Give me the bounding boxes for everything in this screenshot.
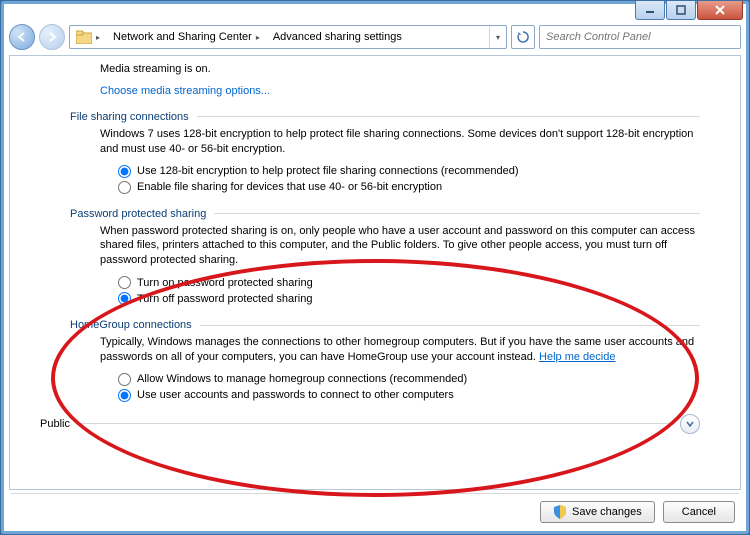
- radio-windows-manage[interactable]: [118, 373, 131, 386]
- search-input[interactable]: [540, 31, 740, 43]
- forward-arrow-icon: [46, 31, 58, 43]
- address-history-dropdown[interactable]: ▾: [489, 26, 506, 48]
- option-windows-manage-homegroup[interactable]: Allow Windows to manage homegroup connec…: [118, 373, 700, 386]
- media-streaming-status: Media streaming is on.: [100, 62, 700, 77]
- back-arrow-icon: [16, 31, 28, 43]
- option-password-off[interactable]: Turn off password protected sharing: [118, 292, 700, 305]
- option-label: Allow Windows to manage homegroup connec…: [137, 373, 467, 385]
- save-changes-button[interactable]: Save changes: [540, 501, 655, 523]
- shield-icon: [553, 505, 567, 519]
- option-user-accounts-homegroup[interactable]: Use user accounts and passwords to conne…: [118, 389, 700, 402]
- homegroup-icon: [76, 30, 92, 44]
- back-button[interactable]: [9, 24, 35, 50]
- minimize-icon: [645, 5, 655, 15]
- option-password-on[interactable]: Turn on password protected sharing: [118, 276, 700, 289]
- option-label: Use user accounts and passwords to conne…: [137, 389, 454, 401]
- search-box[interactable]: [539, 25, 741, 49]
- nav-bar: ▸ Network and Sharing Center ▸ Advanced …: [9, 23, 741, 51]
- file-sharing-description: Windows 7 uses 128-bit encryption to hel…: [100, 127, 700, 157]
- footer-divider: [11, 493, 739, 494]
- breadcrumb-segment-advanced-sharing[interactable]: Advanced sharing settings: [266, 26, 489, 48]
- profile-public-row: Public: [40, 414, 700, 434]
- forward-button[interactable]: [39, 24, 65, 50]
- help-me-decide-link[interactable]: Help me decide: [539, 351, 615, 363]
- refresh-button[interactable]: [511, 25, 535, 49]
- radio-password-off[interactable]: [118, 292, 131, 305]
- option-label: Turn on password protected sharing: [137, 277, 313, 289]
- media-streaming-options-link[interactable]: Choose media streaming options...: [100, 85, 270, 97]
- content-frame: Media streaming is on. Choose media stre…: [9, 55, 741, 490]
- control-panel-window: ▸ Network and Sharing Center ▸ Advanced …: [0, 0, 750, 535]
- close-button[interactable]: [697, 1, 743, 20]
- option-40-56bit-encryption[interactable]: Enable file sharing for devices that use…: [118, 181, 700, 194]
- chevron-down-icon: ▾: [496, 33, 500, 42]
- section-title-text: File sharing connections: [70, 111, 189, 123]
- chevron-right-icon: ▸: [96, 33, 100, 42]
- breadcrumb-label: Network and Sharing Center: [113, 31, 252, 43]
- password-sharing-description: When password protected sharing is on, o…: [100, 224, 700, 269]
- content-scroll[interactable]: Media streaming is on. Choose media stre…: [10, 56, 740, 489]
- expand-public-button[interactable]: [680, 414, 700, 434]
- minimize-button[interactable]: [635, 1, 665, 20]
- address-bar[interactable]: ▸ Network and Sharing Center ▸ Advanced …: [69, 25, 507, 49]
- chevron-down-icon: [685, 419, 695, 429]
- section-header-homegroup: HomeGroup connections: [70, 319, 700, 331]
- public-label: Public: [40, 418, 70, 430]
- divider: [78, 423, 672, 424]
- radio-128bit[interactable]: [118, 165, 131, 178]
- breadcrumb-label: Advanced sharing settings: [273, 31, 402, 43]
- cancel-button-label: Cancel: [682, 506, 716, 518]
- chevron-right-icon: ▸: [256, 33, 260, 42]
- option-label: Use 128-bit encryption to help protect f…: [137, 165, 519, 177]
- section-title-text: HomeGroup connections: [70, 319, 192, 331]
- window-caption-buttons: [634, 1, 743, 19]
- maximize-icon: [676, 5, 686, 15]
- option-label: Enable file sharing for devices that use…: [137, 181, 442, 193]
- section-title-text: Password protected sharing: [70, 208, 206, 220]
- radio-user-accounts[interactable]: [118, 389, 131, 402]
- radio-40-56bit[interactable]: [118, 181, 131, 194]
- section-header-password-sharing: Password protected sharing: [70, 208, 700, 220]
- homegroup-description: Typically, Windows manages the connectio…: [100, 335, 700, 365]
- radio-password-on[interactable]: [118, 276, 131, 289]
- option-label: Turn off password protected sharing: [137, 293, 312, 305]
- section-header-file-sharing: File sharing connections: [70, 111, 700, 123]
- breadcrumb-root[interactable]: ▸: [70, 26, 106, 48]
- refresh-icon: [517, 31, 529, 43]
- option-128bit-encryption[interactable]: Use 128-bit encryption to help protect f…: [118, 165, 700, 178]
- cancel-button[interactable]: Cancel: [663, 501, 735, 523]
- breadcrumb-segment-network-sharing[interactable]: Network and Sharing Center ▸: [106, 26, 266, 48]
- footer-buttons: Save changes Cancel: [540, 498, 735, 526]
- close-icon: [714, 5, 726, 15]
- save-button-label: Save changes: [572, 506, 642, 518]
- maximize-button[interactable]: [666, 1, 696, 20]
